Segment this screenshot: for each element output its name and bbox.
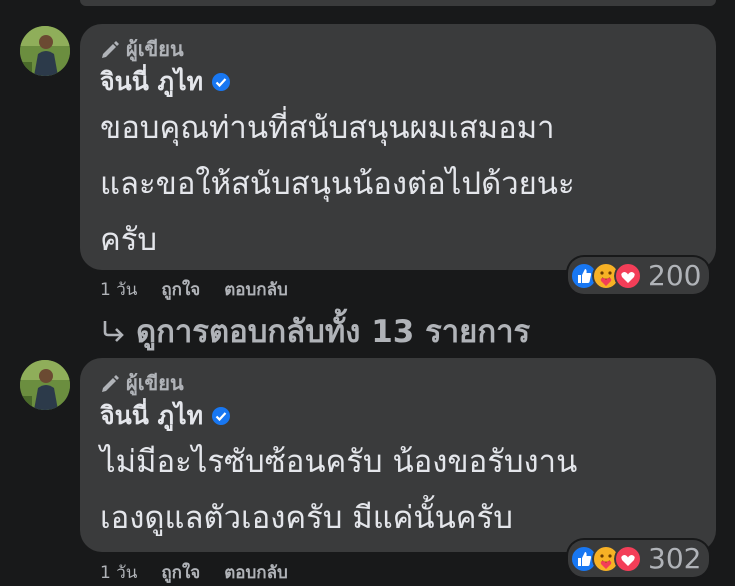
comment-actions: 1 วัน ถูกใจ ตอบกลับ xyxy=(100,559,288,586)
comment-bubble: ผู้เขียน จินนี่ ภูไท ขอบคุณท่านที่สนับสน… xyxy=(80,24,716,270)
comment-text-line: และขอให้สนับสนุนน้องต่อไปด้วยนะ xyxy=(100,166,575,202)
comment-actions: 1 วัน ถูกใจ ตอบกลับ xyxy=(100,276,288,303)
author-name[interactable]: จินนี่ ภูไท xyxy=(100,396,203,436)
reaction-count: 200 xyxy=(648,259,702,292)
author-name[interactable]: จินนี่ ภูไท xyxy=(100,62,203,102)
comment-text-line: เองดูแลตัวเองครับ มีแค่นั้นครับ xyxy=(100,500,513,536)
previous-comment-bubble xyxy=(80,0,716,6)
comment-text-line: ไม่มีอะไรซับซ้อนครับ น้องขอรับงาน xyxy=(100,444,578,480)
reactions-summary[interactable]: 200 xyxy=(568,257,710,294)
verified-badge-icon xyxy=(212,73,231,91)
reply-button[interactable]: ตอบกลับ xyxy=(224,559,288,586)
view-replies-link[interactable]: ดูการตอบกลับทั้ง 13 รายการ xyxy=(100,306,530,356)
author-badge: ผู้เขียน xyxy=(100,34,696,64)
reply-arrow-icon xyxy=(103,321,124,342)
reactions-summary[interactable]: 302 xyxy=(568,540,710,577)
love-icon xyxy=(614,261,642,290)
pencil-icon xyxy=(102,41,119,58)
avatar[interactable] xyxy=(20,26,70,76)
avatar[interactable] xyxy=(20,360,70,410)
author-badge: ผู้เขียน xyxy=(100,368,696,398)
verified-badge-icon xyxy=(212,407,231,425)
like-button[interactable]: ถูกใจ xyxy=(161,559,200,586)
comment-bubble: ผู้เขียน จินนี่ ภูไท ไม่มีอะไรซับซ้อนครั… xyxy=(80,358,716,552)
reply-button[interactable]: ตอบกลับ xyxy=(224,276,288,303)
love-icon xyxy=(614,544,642,573)
author-badge-label: ผู้เขียน xyxy=(126,371,184,395)
author-badge-label: ผู้เขียน xyxy=(126,37,184,61)
comment-text-line: ขอบคุณท่านที่สนับสนุนผมเสมอมา xyxy=(100,110,555,146)
like-button[interactable]: ถูกใจ xyxy=(161,276,200,303)
avatar-photo-icon xyxy=(20,26,70,76)
pencil-icon xyxy=(102,375,119,392)
view-replies-label: ดูการตอบกลับทั้ง 13 รายการ xyxy=(136,314,531,350)
avatar-photo-icon xyxy=(20,360,70,410)
reaction-count: 302 xyxy=(648,542,702,575)
comment-time[interactable]: 1 วัน xyxy=(100,276,137,303)
comment-time[interactable]: 1 วัน xyxy=(100,559,137,586)
